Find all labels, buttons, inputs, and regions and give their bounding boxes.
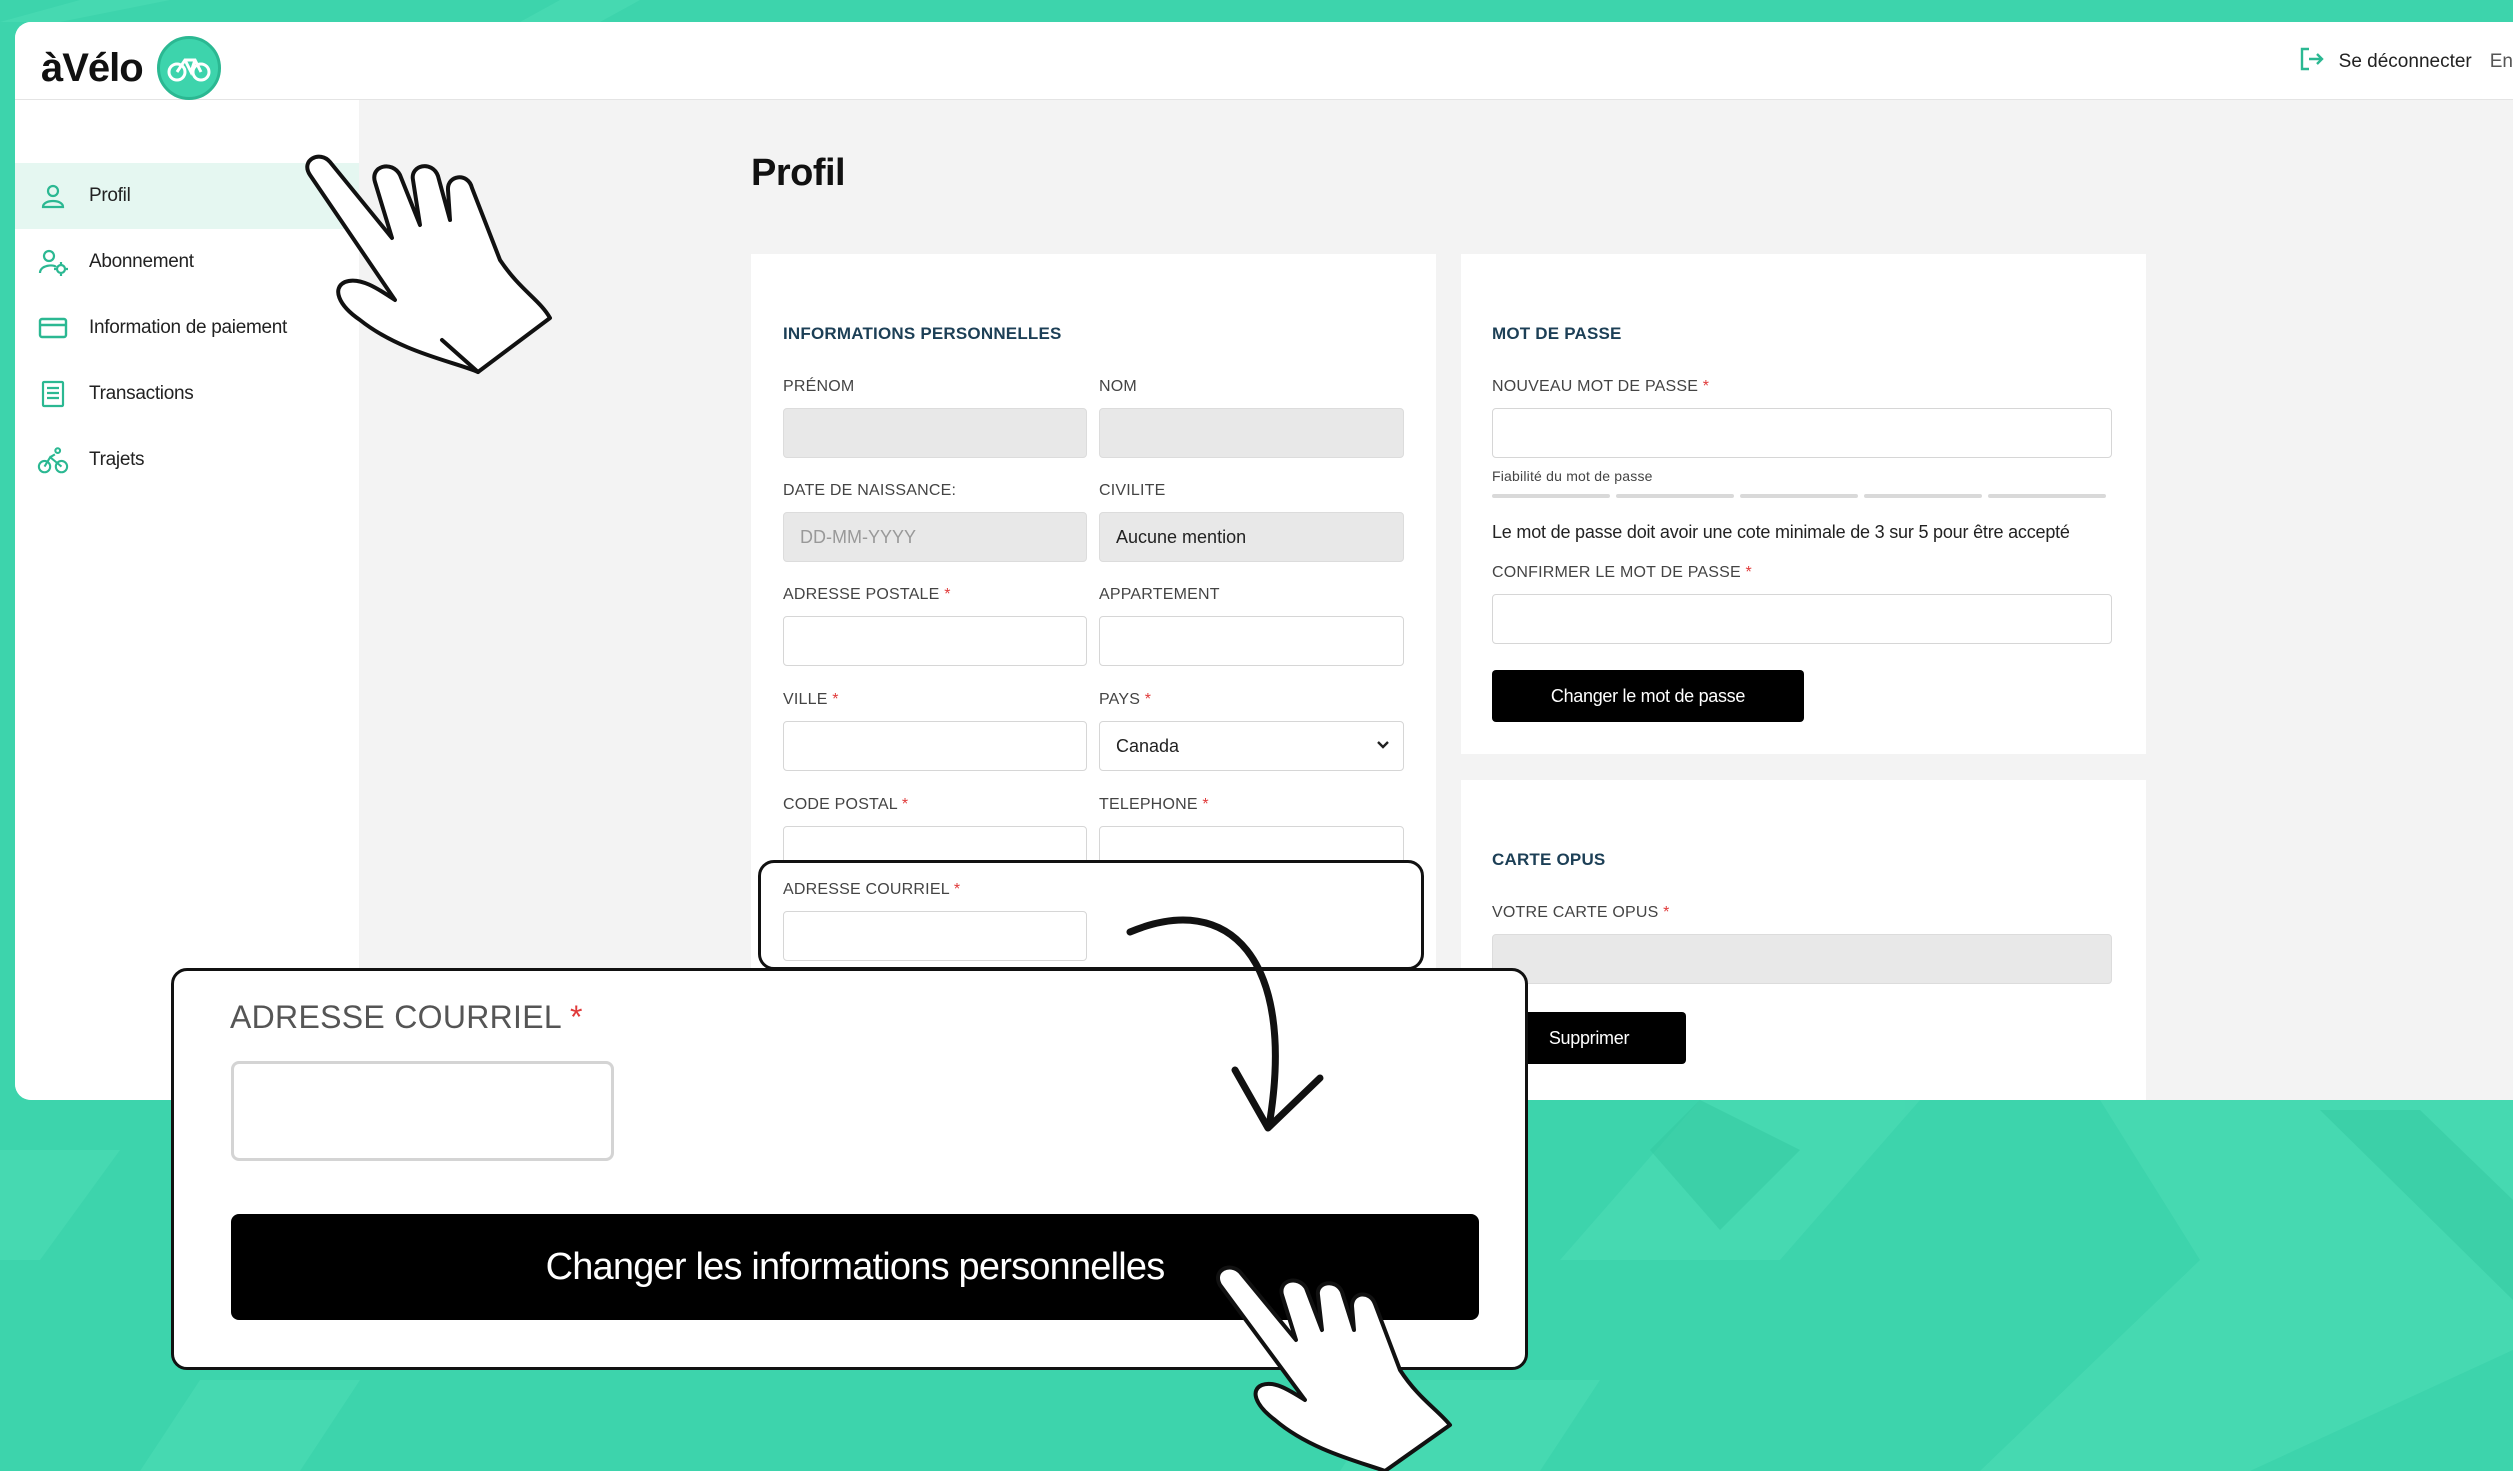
new-password-field[interactable] (1492, 408, 2112, 458)
firstname-label: PRÉNOM (783, 378, 855, 395)
logo-text: àVélo (41, 45, 144, 90)
civility-value: Aucune mention (1116, 526, 1247, 547)
user-icon (37, 180, 69, 212)
opus-title: CARTE OPUS (1492, 850, 1606, 869)
sidebar-item-label: Transactions (89, 383, 194, 404)
logout-link[interactable]: Se déconnecter (2339, 51, 2472, 73)
sidebar-item-abonnement[interactable]: Abonnement (15, 229, 359, 295)
change-password-button[interactable]: Changer le mot de passe (1492, 670, 1804, 722)
new-password-label: NOUVEAU MOT DE PASSE * (1492, 378, 1710, 395)
phone-label: TELEPHONE * (1099, 796, 1209, 813)
user-settings-icon (37, 246, 69, 278)
city-field[interactable] (783, 721, 1087, 771)
zoomed-callout: ADRESSE COURRIEL * Changer les informati… (171, 968, 1528, 1370)
cyclist-icon (37, 444, 69, 476)
password-card: MOT DE PASSE NOUVEAU MOT DE PASSE * Fiab… (1461, 254, 2146, 754)
address-field[interactable] (783, 616, 1087, 666)
brand-logo[interactable]: àVélo (41, 36, 221, 100)
confirm-password-field[interactable] (1492, 594, 2112, 644)
lastname-label: NOM (1099, 378, 1137, 395)
country-select[interactable]: Canada (1099, 721, 1404, 771)
apartment-field[interactable] (1099, 616, 1404, 666)
sidebar-item-label: Profil (89, 185, 131, 206)
logout-icon[interactable] (2299, 46, 2325, 78)
email-label: ADRESSE COURRIEL * (783, 881, 961, 898)
strength-segment (1492, 494, 1610, 498)
sidebar-item-label: Abonnement (89, 251, 194, 272)
country-value: Canada (1116, 735, 1180, 756)
zoom-email-field[interactable] (231, 1061, 614, 1161)
country-label: PAYS * (1099, 691, 1152, 708)
birthdate-placeholder: DD-MM-YYYY (800, 526, 916, 547)
sidebar-item-trajets[interactable]: Trajets (15, 427, 359, 493)
opus-card: CARTE OPUS VOTRE CARTE OPUS * Supprimer (1461, 780, 2146, 1100)
address-label: ADRESSE POSTALE * (783, 586, 951, 603)
birthdate-label: DATE DE NAISSANCE: (783, 482, 957, 499)
confirm-password-label: CONFIRMER LE MOT DE PASSE * (1492, 564, 1752, 581)
logout-area: Se déconnecter En (2299, 46, 2513, 78)
sidebar-item-transactions[interactable]: Transactions (15, 361, 359, 427)
opus-card-label: VOTRE CARTE OPUS * (1492, 904, 1670, 921)
strength-segment (1988, 494, 2106, 498)
strength-segment (1740, 494, 1858, 498)
zoom-email-label: ADRESSE COURRIEL * (230, 999, 583, 1035)
opus-card-field[interactable] (1492, 934, 2112, 984)
apartment-label: APPARTEMENT (1099, 586, 1220, 603)
password-title: MOT DE PASSE (1492, 324, 1622, 343)
password-strength-meter (1492, 494, 2112, 498)
page-title: Profil (751, 152, 846, 194)
top-bar: àVélo Se déconnecter En (15, 22, 2513, 100)
strength-segment (1616, 494, 1734, 498)
sidebar-item-profil[interactable]: Profil (15, 163, 359, 229)
civility-label: CIVILITE (1099, 482, 1166, 499)
birthdate-field[interactable]: DD-MM-YYYY (783, 512, 1087, 562)
strength-segment (1864, 494, 1982, 498)
bike-logo-icon (156, 36, 221, 100)
password-strength-label: Fiabilité du mot de passe (1492, 468, 1653, 484)
language-switch[interactable]: En (2490, 51, 2513, 73)
civility-select[interactable]: Aucune mention (1099, 512, 1404, 562)
sidebar: Profil Abonnement Information de paiemen… (15, 100, 359, 1100)
sidebar-item-paiement[interactable]: Information de paiement (15, 295, 359, 361)
city-label: VILLE * (783, 691, 839, 708)
list-document-icon (37, 378, 69, 410)
password-strength-hint: Le mot de passe doit avoir une cote mini… (1492, 522, 2070, 542)
firstname-field[interactable] (783, 408, 1087, 458)
email-field[interactable] (783, 911, 1087, 961)
sidebar-item-label: Trajets (89, 449, 145, 470)
chevron-down-icon (1375, 736, 1391, 757)
sidebar-item-label: Information de paiement (89, 317, 287, 338)
email-field-highlight: ADRESSE COURRIEL * (758, 860, 1424, 970)
lastname-field[interactable] (1099, 408, 1404, 458)
credit-card-icon (37, 312, 69, 344)
postal-code-label: CODE POSTAL * (783, 796, 909, 813)
personal-info-title: INFORMATIONS PERSONNELLES (783, 324, 1062, 343)
change-personal-info-button[interactable]: Changer les informations personnelles (231, 1214, 1479, 1320)
